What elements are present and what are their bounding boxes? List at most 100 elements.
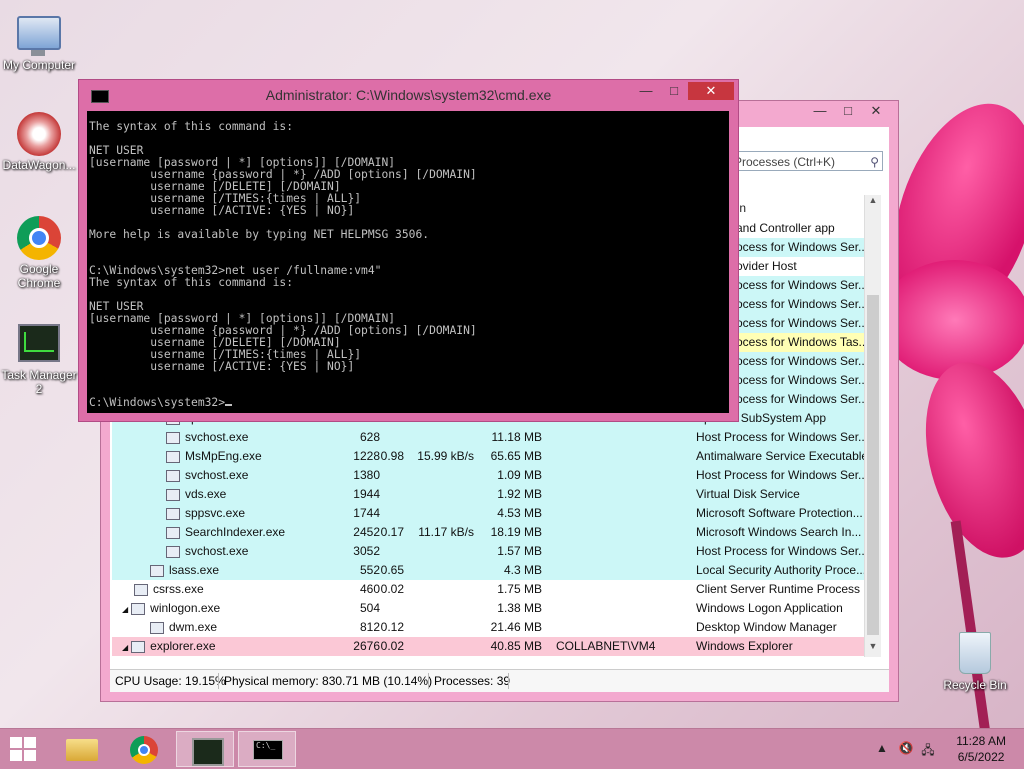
cmd-console[interactable]: The syntax of this command is: NET USER … xyxy=(87,111,729,413)
datawagon-icon xyxy=(17,112,61,156)
process-description: Host Process for Windows Ser... xyxy=(696,544,866,558)
process-icon xyxy=(131,640,146,653)
process-icon xyxy=(150,564,164,577)
process-icon xyxy=(166,526,180,539)
cmd-window: Administrator: C:\Windows\system32\cmd.e… xyxy=(78,79,739,422)
minimize-button[interactable]: — xyxy=(806,103,834,121)
process-description: Client Server Runtime Process xyxy=(696,582,861,596)
process-icon xyxy=(166,507,180,520)
process-pid: 2676 xyxy=(353,639,380,653)
process-row[interactable]: sppsvc.exe 1744 4.53 MB Microsoft Software … xyxy=(112,504,872,523)
maximize-button[interactable]: □ xyxy=(834,103,862,121)
scroll-down-arrow-icon[interactable]: ▼ xyxy=(865,641,881,657)
expand-arrow-icon[interactable]: ◢ xyxy=(122,605,128,614)
process-pid: 2020 xyxy=(332,656,380,657)
desktop-icon-google-chrome[interactable]: Google Chrome xyxy=(0,216,78,290)
vertical-scrollbar[interactable]: ▲ ▼ xyxy=(864,195,881,657)
process-row[interactable]: svchost.exe 3052 1.57 MB Host Process for W… xyxy=(112,542,872,561)
status-physical-memory: Physical memory: 830.71 MB (10.14%) xyxy=(224,674,433,688)
scrollbar-thumb[interactable] xyxy=(867,295,879,635)
maximize-button[interactable]: □ xyxy=(660,82,688,100)
process-name-cell: csrss.exe xyxy=(134,580,294,599)
process-row[interactable]: svchost.exe 1380 1.09 MB Host Process for W… xyxy=(112,466,872,485)
process-name-cell: svchost.exe xyxy=(166,428,326,447)
tray-chevron-icon[interactable]: ▲ xyxy=(874,741,890,755)
process-name: svchost.exe xyxy=(185,544,249,558)
process-pid: 460 xyxy=(359,582,380,596)
status-divider xyxy=(218,673,219,689)
process-name-cell: StartM... xyxy=(150,656,310,657)
volume-muted-icon[interactable]: 🔇 xyxy=(898,741,914,755)
scroll-up-arrow-icon[interactable]: ▲ xyxy=(865,195,881,211)
process-row[interactable]: MsMpEng.exe 1228 0.98 15.99 kB/s 65.65 MB Ant… xyxy=(112,447,872,466)
desktop-icon-my-computer[interactable]: My Computer xyxy=(0,10,78,72)
recycle-bin-icon xyxy=(959,632,991,674)
close-button[interactable]: ✕ xyxy=(688,82,734,100)
search-icon[interactable]: ⚲ xyxy=(870,152,879,172)
process-name: explorer.exe xyxy=(150,639,216,653)
process-row[interactable]: SearchIndexer.exe 2452 0.17 11.17 kB/s 18.19… xyxy=(112,523,872,542)
cmd-output: The syntax of this command is: NET USER … xyxy=(89,120,477,409)
desktop-icon-label: DataWagon... xyxy=(2,158,76,172)
process-memory: 1.09 MB xyxy=(497,468,542,482)
process-memory: 1.92 MB xyxy=(497,487,542,501)
process-pid: 628 xyxy=(359,430,380,444)
process-user: COLLABNET\VM4 xyxy=(556,639,656,653)
process-memory: 4.3 MB xyxy=(503,563,542,577)
process-cpu: 0.98 xyxy=(380,449,404,463)
process-row[interactable]: vds.exe 1944 1.92 MB Virtual Disk Service xyxy=(112,485,872,504)
status-divider xyxy=(428,673,429,689)
process-pid: 1228 xyxy=(353,449,380,463)
process-row[interactable]: ◢ winlogon.exe 504 1.38 MB Windows Logon App… xyxy=(112,599,872,618)
process-row[interactable]: csrss.exe 460 0.02 1.75 MB Client Server Run… xyxy=(112,580,872,599)
process-memory: 2.05 MB xyxy=(478,656,542,657)
taskbar-task-manager[interactable] xyxy=(176,731,234,767)
taskbar-clock[interactable]: 11:28 AM 6/5/2022 xyxy=(956,733,1006,765)
cmd-title: Administrator: C:\Windows\system32\cmd.e… xyxy=(265,87,552,103)
desktop-icon-label: Google Chrome xyxy=(17,262,61,290)
process-description: Microsoft Software Protection... xyxy=(696,506,863,520)
process-row[interactable]: svchost.exe 628 11.18 MB Host Process for W… xyxy=(112,428,872,447)
taskbar-chrome[interactable] xyxy=(114,731,172,767)
task-manager-caption-buttons: — □ ✕ xyxy=(806,103,890,121)
process-description: ocess for Windows Ser... xyxy=(736,240,868,254)
taskbar: C:\_ ▲ 🔇 🖧 11:28 AM 6/5/2022 xyxy=(0,728,1024,769)
process-memory: 65.65 MB xyxy=(490,449,542,463)
expand-arrow-icon[interactable]: ◢ xyxy=(122,643,128,652)
process-row[interactable]: ◢ explorer.exe 2676 0.02 40.85 MB COLLABNET\V… xyxy=(112,637,872,656)
process-name: svchost.exe xyxy=(185,430,249,444)
process-description: Windows Logon Application xyxy=(696,601,843,615)
close-button[interactable]: ✕ xyxy=(862,103,890,121)
process-row[interactable]: StartM... 2020 2.05 MB Open Shell Menu xyxy=(112,656,872,657)
process-row[interactable]: lsass.exe 552 0.65 4.3 MB Local Security Aut… xyxy=(112,561,872,580)
desktop-icon-task-manager[interactable]: Task Manager 2 xyxy=(0,320,78,396)
process-description: Windows Explorer xyxy=(696,639,793,653)
process-description: ocess for Windows Ser... xyxy=(736,354,868,368)
process-memory: 4.53 MB xyxy=(497,506,542,520)
process-pid: 812 xyxy=(359,620,380,634)
process-icon xyxy=(131,602,146,615)
cmd-icon: C:\_ xyxy=(253,740,283,760)
process-name-cell: svchost.exe xyxy=(166,466,326,485)
process-memory: 1.38 MB xyxy=(497,601,542,615)
process-icon xyxy=(166,431,180,444)
process-pid: 552 xyxy=(359,563,380,577)
process-name-cell: vds.exe xyxy=(166,485,326,504)
desktop-icon-datawagon[interactable]: DataWagon... xyxy=(0,112,78,172)
cmd-window-icon[interactable] xyxy=(91,90,109,103)
network-icon[interactable]: 🖧 xyxy=(920,741,936,757)
cmd-caption-buttons: — □ ✕ xyxy=(632,82,734,100)
process-description: ocess for Windows Ser... xyxy=(736,297,868,311)
process-description: Antimalware Service Executable xyxy=(696,449,866,463)
start-button[interactable] xyxy=(10,737,38,763)
taskbar-cmd[interactable]: C:\_ xyxy=(238,731,296,767)
process-cpu: 0.02 xyxy=(380,582,404,596)
minimize-button[interactable]: — xyxy=(632,82,660,100)
process-row[interactable]: dwm.exe 812 0.12 21.46 MB Desktop Window Man… xyxy=(112,618,872,637)
taskbar-file-explorer[interactable] xyxy=(52,731,110,767)
process-icon xyxy=(166,545,180,558)
process-description: ocess for Windows Ser... xyxy=(736,373,868,387)
desktop-icon-recycle-bin[interactable]: Recycle Bin xyxy=(936,632,1014,692)
process-description: ocess for Windows Ser... xyxy=(736,278,868,292)
process-description: ocess for Windows Tas... xyxy=(736,335,868,349)
